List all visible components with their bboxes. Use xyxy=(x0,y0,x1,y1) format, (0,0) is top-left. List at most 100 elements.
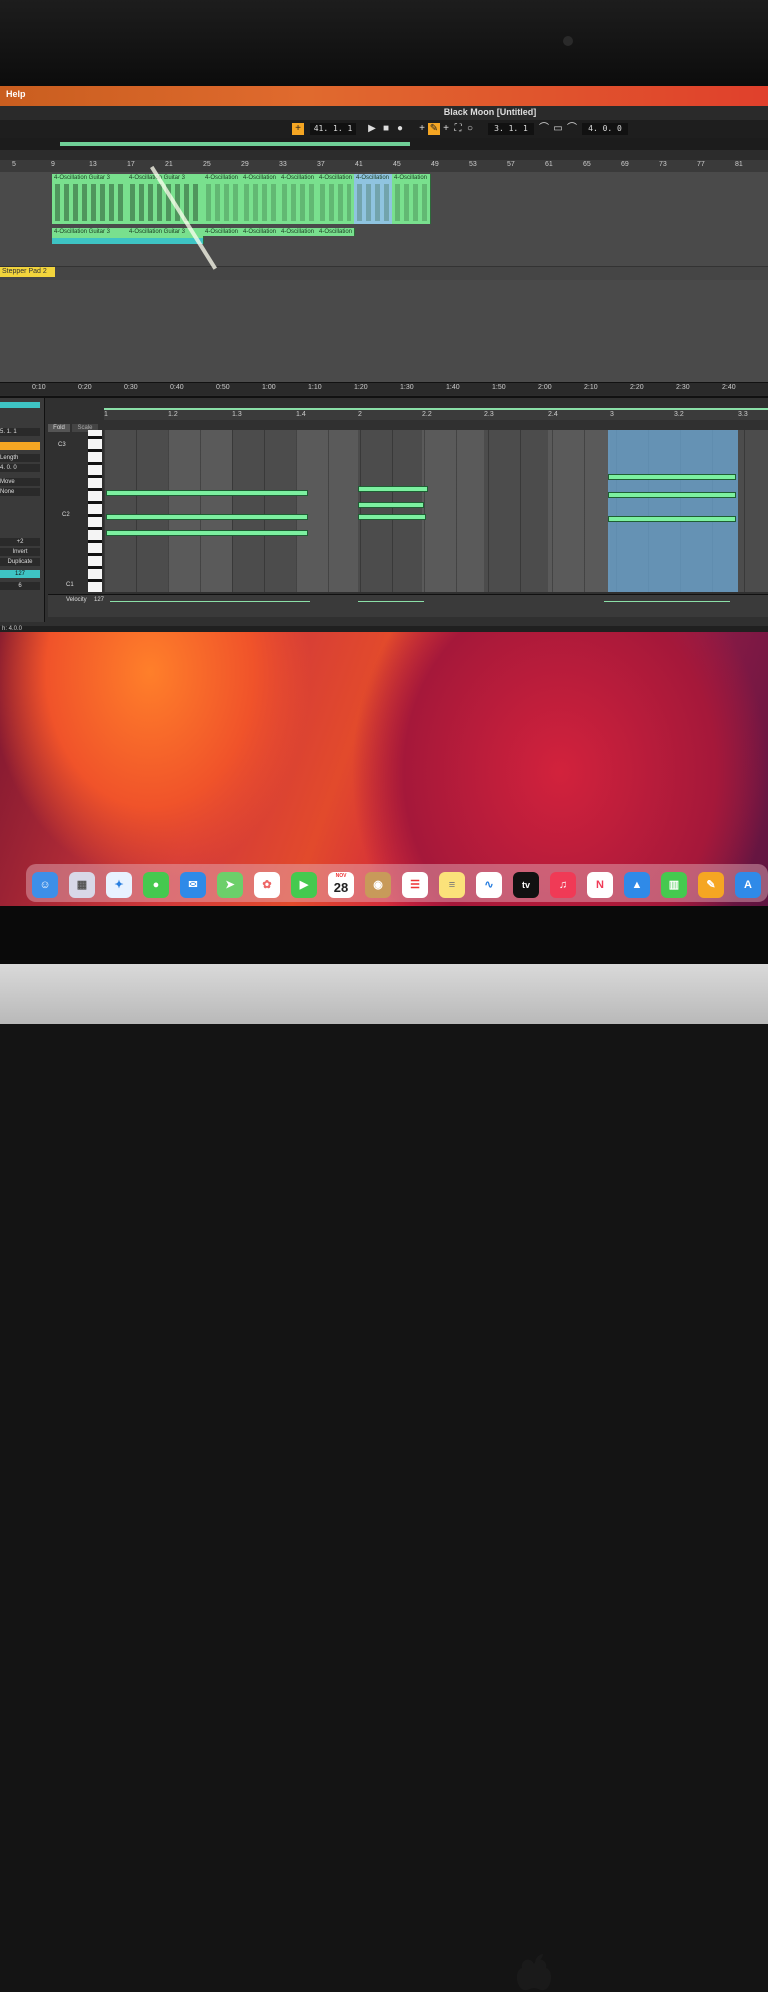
clip-activator[interactable] xyxy=(0,442,40,450)
track-lane[interactable] xyxy=(0,328,768,353)
velocity-bar[interactable] xyxy=(358,601,424,602)
beat-tick: 73 xyxy=(659,161,667,168)
tv-label: tv xyxy=(521,880,530,890)
reminders-icon[interactable]: ☰ xyxy=(402,872,428,898)
launchpad-icon[interactable]: ▦ xyxy=(69,872,95,898)
pencil-icon[interactable]: ✎ xyxy=(428,123,440,135)
move-button[interactable]: Move xyxy=(0,478,40,486)
clip[interactable]: 4-Oscillation xyxy=(279,228,318,236)
midi-note[interactable] xyxy=(608,492,736,498)
octave-label: C3 xyxy=(58,442,66,448)
clip[interactable]: 4-Oscillation xyxy=(317,174,355,224)
invert-button[interactable]: Invert xyxy=(0,548,40,556)
midi-note[interactable] xyxy=(358,502,424,508)
clip[interactable]: 4-Oscillation xyxy=(241,174,280,224)
facetime-icon[interactable]: ▶ xyxy=(291,872,317,898)
safari-icon[interactable]: ✦ xyxy=(106,872,132,898)
pages-icon[interactable]: ✎ xyxy=(698,872,724,898)
value-field[interactable]: 6 xyxy=(0,582,40,590)
arrangement-overview[interactable] xyxy=(0,138,768,150)
clip[interactable]: 4-Oscillation Guitar 3 xyxy=(127,174,204,224)
clip[interactable]: 4-Oscillation xyxy=(241,228,280,236)
clip[interactable]: 4-Oscillation xyxy=(279,174,318,224)
beat-tick: 29 xyxy=(241,161,249,168)
loop-length[interactable]: 4. 0. 0 xyxy=(582,123,628,135)
track-lane[interactable] xyxy=(0,352,768,383)
photos-icon[interactable]: ✿ xyxy=(254,872,280,898)
midi-note[interactable] xyxy=(358,514,426,520)
none-button[interactable]: None xyxy=(0,488,40,496)
song-position[interactable]: 41. 1. 1 xyxy=(310,123,356,135)
clip[interactable]: 4-Oscillation xyxy=(317,228,355,236)
news-icon[interactable]: N xyxy=(587,872,613,898)
clip-name: 4-Oscillation Guitar 3 xyxy=(54,229,111,235)
play-icon[interactable]: ▶ xyxy=(366,123,378,135)
punch-out-icon[interactable]: ⌒ xyxy=(566,123,578,135)
calendar-month: NOV xyxy=(335,873,347,879)
freeform-icon[interactable]: ∿ xyxy=(476,872,502,898)
keynote-icon[interactable]: ▲ xyxy=(624,872,650,898)
length-field[interactable]: 4. 0. 0 xyxy=(0,464,40,472)
clip-name: 4-Oscillation xyxy=(205,175,239,181)
track-lane[interactable] xyxy=(0,246,768,267)
clip-stepper-pad[interactable]: Stepper Pad 2 xyxy=(0,267,55,277)
menu-help[interactable]: Help xyxy=(6,89,26,99)
finder-icon[interactable]: ☺ xyxy=(32,872,58,898)
velocity-bar[interactable] xyxy=(604,601,730,602)
track-lane[interactable] xyxy=(0,280,768,305)
clip-start-field[interactable]: 5. 1. 1 xyxy=(0,428,40,436)
beat-tick: 57 xyxy=(507,161,515,168)
follow-icon[interactable]: + xyxy=(292,123,304,135)
mail-icon[interactable]: ✉ xyxy=(180,872,206,898)
record-icon[interactable]: ● xyxy=(394,123,406,135)
midi-note-grid[interactable] xyxy=(104,430,768,592)
clip[interactable]: 4-Oscillation xyxy=(392,174,431,224)
track-lane[interactable]: 4-Oscillation Guitar 3 4-Oscillation Gui… xyxy=(0,226,768,247)
midi-note[interactable] xyxy=(106,490,308,496)
midi-note[interactable] xyxy=(106,530,308,536)
velocity-field[interactable]: 127 xyxy=(0,570,40,578)
loop-region xyxy=(608,430,738,592)
velocity-lane[interactable]: Velocity 127 xyxy=(48,594,768,617)
clip[interactable]: 4-Oscillation xyxy=(203,228,242,236)
clip-name: 4-Oscillation xyxy=(243,175,277,181)
track-lane[interactable] xyxy=(0,304,768,329)
piano-keyboard[interactable] xyxy=(88,430,102,592)
midi-note[interactable] xyxy=(608,474,736,480)
notes-icon[interactable]: ≡ xyxy=(439,872,465,898)
clip[interactable]: 4-Oscillation Guitar 3 xyxy=(52,174,128,224)
midi-note[interactable] xyxy=(608,516,736,522)
clip[interactable]: 4-Oscillation xyxy=(203,174,242,224)
stop-icon[interactable]: ■ xyxy=(380,123,392,135)
app-store-icon[interactable]: A xyxy=(735,872,761,898)
overdub-icon[interactable]: + xyxy=(416,123,428,135)
clip-selected[interactable]: 4-Oscillation xyxy=(354,174,393,224)
loop-switch-icon[interactable]: ▭ xyxy=(552,123,564,135)
velocity-value: 127 xyxy=(94,597,105,603)
clip-ruler[interactable]: 1 1.2 1.3 1.4 2 2.2 2.3 2.4 3 3.2 3.3 xyxy=(104,410,768,420)
calendar-icon[interactable]: NOV 28 xyxy=(328,872,354,898)
apple-tv-icon[interactable]: tv xyxy=(513,872,539,898)
clip-tick: 3.3 xyxy=(738,411,748,418)
midi-note[interactable] xyxy=(106,514,308,520)
clip-color-bar[interactable] xyxy=(0,402,40,408)
velocity-bar[interactable] xyxy=(110,601,310,602)
clip-notes xyxy=(55,184,124,221)
clip[interactable]: 4-Oscillation Guitar 3 xyxy=(52,228,128,244)
loop-icon[interactable]: ⛶ xyxy=(452,123,464,135)
music-icon[interactable]: ♫ xyxy=(550,872,576,898)
contacts-icon[interactable]: ◉ xyxy=(365,872,391,898)
midi-note[interactable] xyxy=(358,486,428,492)
fold-button[interactable]: Fold xyxy=(48,424,70,432)
maps-icon[interactable]: ➤ xyxy=(217,872,243,898)
loop-start[interactable]: 3. 1. 1 xyxy=(488,123,534,135)
session-record-icon[interactable]: + xyxy=(440,123,452,135)
metronome-icon[interactable]: ○ xyxy=(464,123,476,135)
transpose-button[interactable]: +2 xyxy=(0,538,40,546)
track-lane[interactable]: 4-Oscillation Guitar 3 4-Oscillation Gui… xyxy=(0,172,768,227)
time-ruler[interactable]: 0:10 0:20 0:30 0:40 0:50 1:00 1:10 1:20 … xyxy=(0,382,768,395)
numbers-icon[interactable]: ▥ xyxy=(661,872,687,898)
punch-in-icon[interactable]: ⌒ xyxy=(538,123,550,135)
messages-icon[interactable]: ● xyxy=(143,872,169,898)
duplicate-button[interactable]: Duplicate xyxy=(0,558,40,566)
